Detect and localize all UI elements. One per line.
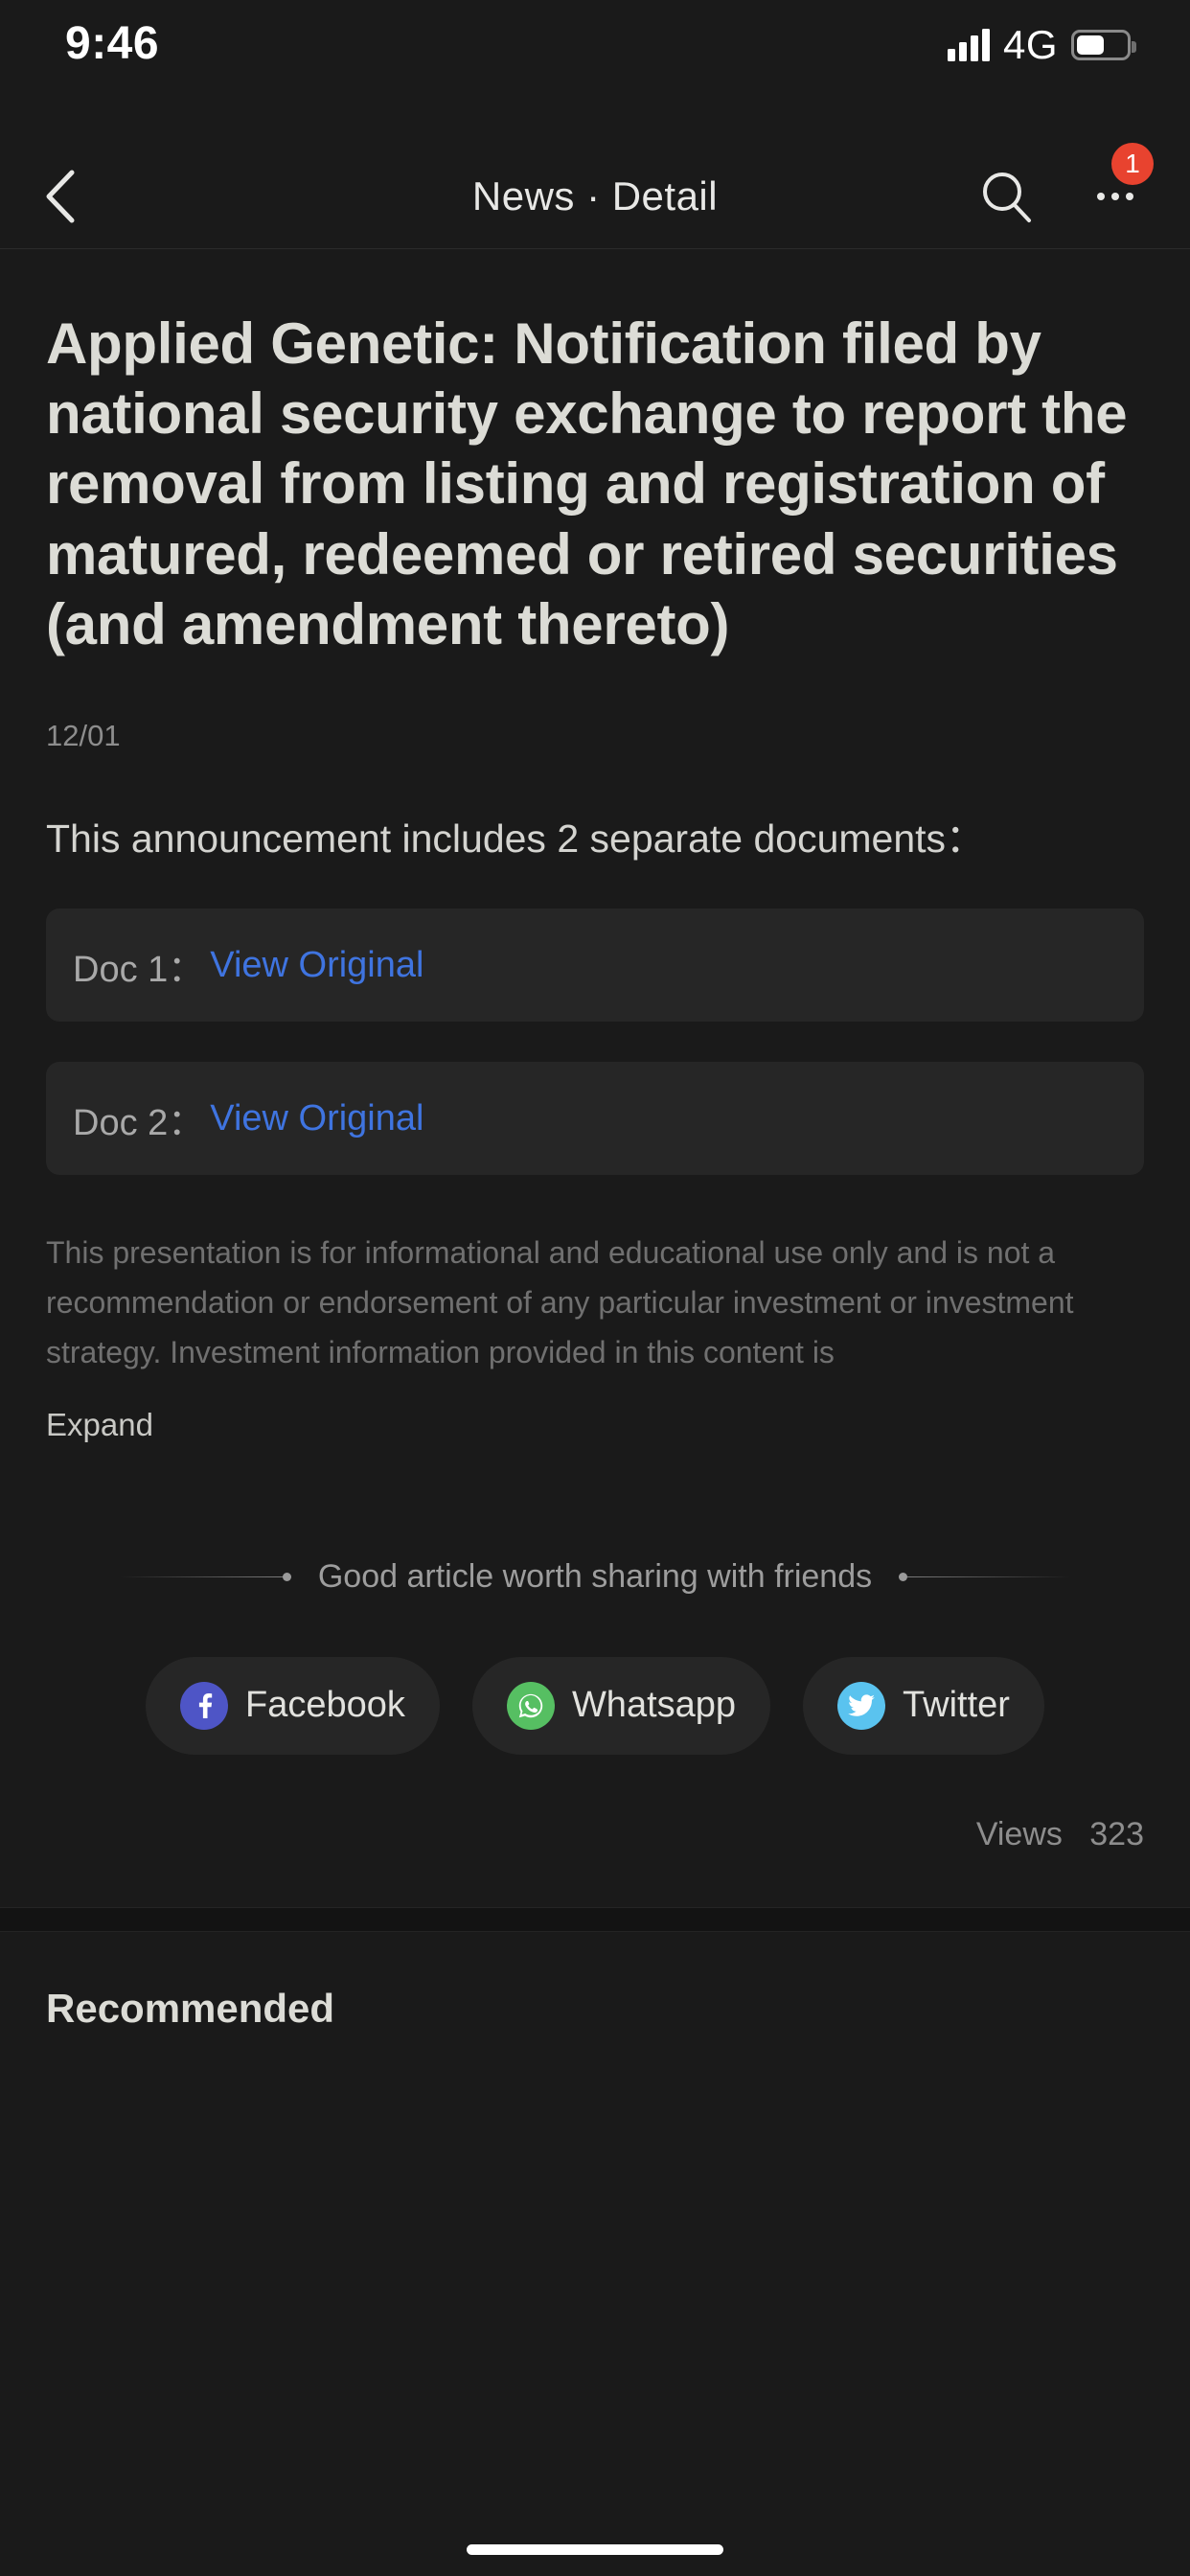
expand-button[interactable]: Expand <box>46 1407 1144 1443</box>
recommended-section-title: Recommended <box>46 1985 335 2031</box>
share-button-label: Whatsapp <box>571 1685 737 1726</box>
divider-dot-right <box>899 1572 908 1581</box>
divider-line-left <box>119 1576 283 1577</box>
share-prompt-text: Good article worth sharing with friends <box>317 1557 873 1595</box>
share-button-label: Twitter <box>903 1685 1010 1726</box>
article-headline: Applied Genetic: Notification filed by n… <box>46 311 1128 656</box>
share-button-label: Facebook <box>245 1685 405 1726</box>
more-options-button[interactable]: 1 <box>1081 142 1154 227</box>
whatsapp-icon <box>506 1681 555 1730</box>
views-count: 323 <box>1089 1815 1144 1852</box>
signal-bars-icon <box>947 29 990 61</box>
share-button-facebook[interactable]: Facebook <box>146 1656 440 1755</box>
views-counter: Views 323 <box>0 1816 1190 1853</box>
notification-badge: 1 <box>1111 142 1154 185</box>
network-type-label: 4G <box>1002 22 1058 67</box>
document-row-2[interactable]: Doc 2： View Original <box>46 1062 1144 1176</box>
share-button-whatsapp[interactable]: Whatsapp <box>471 1656 771 1755</box>
more-dots-icon <box>1126 192 1133 200</box>
share-prompt-divider: Good article worth sharing with friends <box>46 1558 1144 1596</box>
article-body: Applied Genetic: Notification filed by n… <box>0 309 1190 1755</box>
home-indicator <box>467 2544 723 2555</box>
view-original-link[interactable]: View Original <box>210 1098 423 1139</box>
document-label: Doc 1： <box>73 949 205 990</box>
divider-line-right <box>907 1576 1071 1577</box>
status-bar-time: 9:46 <box>65 18 160 69</box>
disclaimer-text: This presentation is for informational a… <box>46 1235 1074 1369</box>
more-dots-icon <box>1111 192 1119 200</box>
views-label: Views <box>975 1815 1063 1852</box>
view-original-link[interactable]: View Original <box>210 945 423 986</box>
more-dots-icon <box>1097 192 1105 200</box>
document-label: Doc 2： <box>73 1102 205 1143</box>
search-button[interactable] <box>975 166 1037 227</box>
search-icon <box>983 172 1031 222</box>
share-button-twitter[interactable]: Twitter <box>803 1656 1044 1755</box>
battery-icon <box>1071 30 1136 60</box>
navigation-bar: News · Detail 1 <box>0 142 1190 249</box>
status-bar-indicators: 4G <box>947 22 1136 67</box>
document-row-1[interactable]: Doc 1： View Original <box>46 908 1144 1023</box>
facebook-icon <box>180 1681 229 1730</box>
status-bar: 9:46 4G <box>0 0 1190 144</box>
article-lead-paragraph: This announcement includes 2 separate do… <box>46 816 986 861</box>
share-buttons-row: Facebook Whatsapp Twitter <box>46 1656 1144 1755</box>
article-date: 12/01 <box>46 718 121 752</box>
divider-dot-left <box>282 1572 291 1581</box>
section-separator <box>0 1906 1190 1932</box>
app-screen: 9:46 4G News · Detail 1 Applied Genetic:… <box>0 0 1190 2576</box>
twitter-icon <box>837 1681 886 1730</box>
